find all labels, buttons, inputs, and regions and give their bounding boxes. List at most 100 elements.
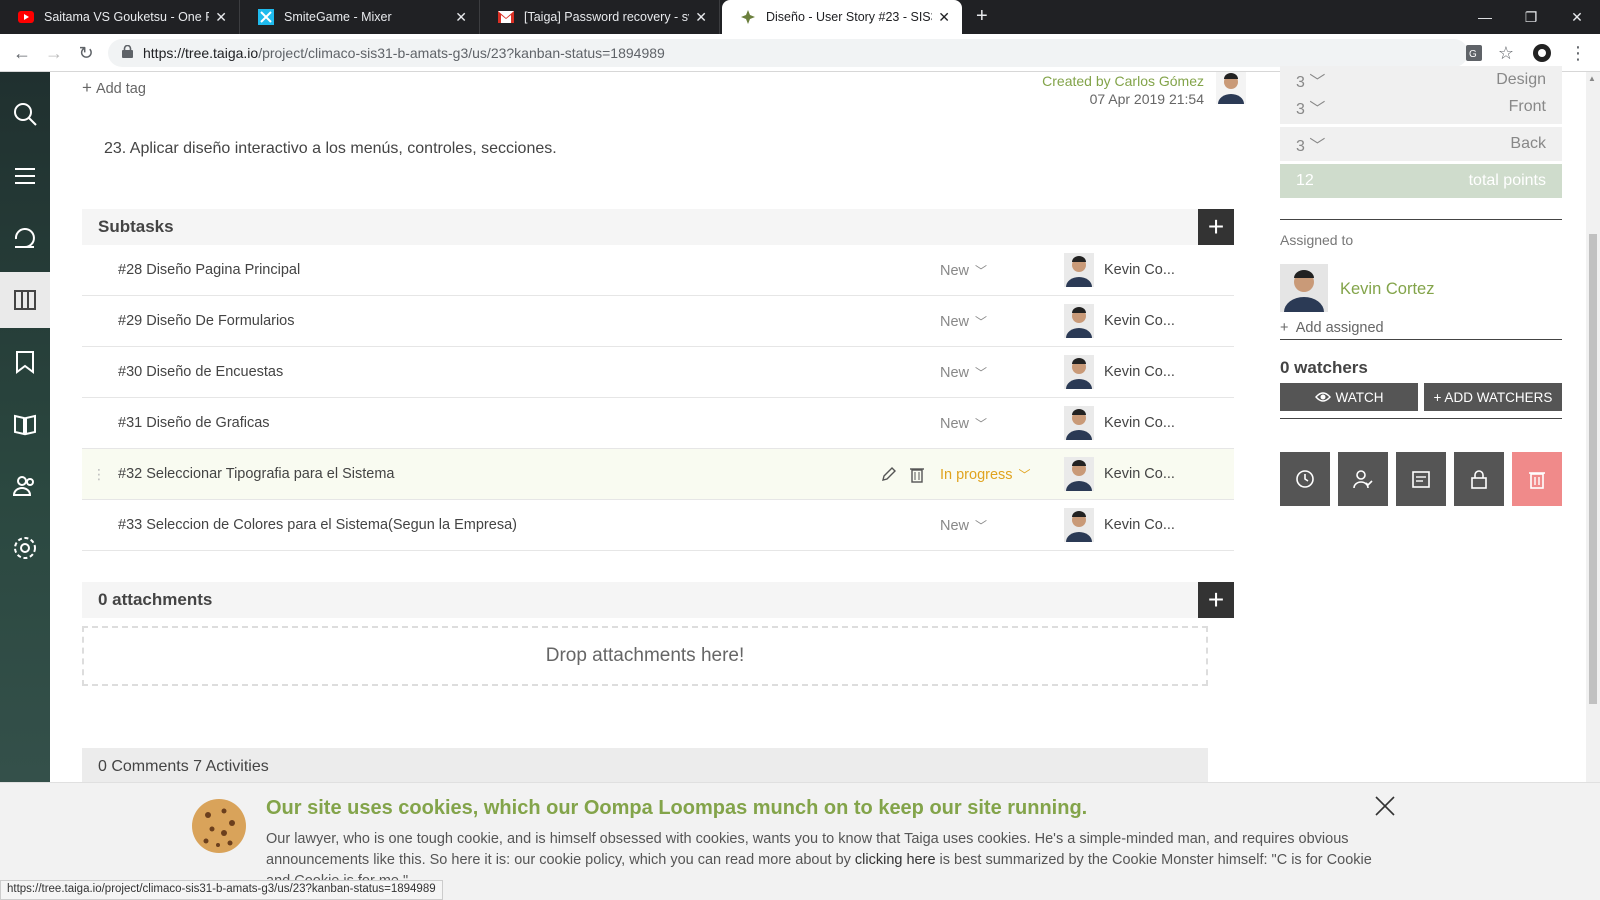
- assigned-user-name[interactable]: Kevin Cortez: [1340, 280, 1434, 299]
- points-value[interactable]: 3 ﹀: [1296, 95, 1325, 119]
- cookie-policy-link[interactable]: clicking here: [855, 852, 936, 868]
- divider: [1280, 339, 1562, 340]
- add-tag-button[interactable]: + Add tag: [82, 78, 146, 98]
- subtask-name[interactable]: #28 Diseño Pagina Principal: [118, 262, 300, 278]
- subtask-status[interactable]: New ﹀: [940, 262, 987, 279]
- subtask-assignee[interactable]: Kevin Co...: [1104, 364, 1175, 380]
- scroll-up-icon[interactable]: ▲: [1588, 74, 1596, 83]
- eye-icon: [1314, 392, 1331, 402]
- close-icon[interactable]: [1372, 793, 1398, 819]
- url-input[interactable]: https://tree.taiga.io/project/climaco-si…: [108, 39, 1468, 67]
- new-tab-button[interactable]: +: [976, 5, 988, 28]
- subtask-assignee[interactable]: Kevin Co...: [1104, 466, 1175, 482]
- page-scrollbar[interactable]: ▲: [1586, 72, 1600, 782]
- browser-tab[interactable]: SmiteGame - Mixer ✕: [240, 0, 480, 34]
- browser-tab-bar: Saitama VS Gouketsu - One Punch ✕ SmiteG…: [0, 0, 1600, 34]
- scrollbar-thumb[interactable]: [1589, 234, 1597, 704]
- subtask-row[interactable]: #28 Diseño Pagina Principal New ﹀ Kevin C…: [82, 245, 1234, 296]
- timeline-icon[interactable]: [0, 210, 50, 266]
- kanban-icon[interactable]: [0, 272, 50, 328]
- attachments-title: 0 attachments: [98, 590, 213, 609]
- points-value[interactable]: 3 ﹀: [1296, 68, 1325, 92]
- delete-story-button[interactable]: [1512, 452, 1562, 506]
- attachment-dropzone[interactable]: Drop attachments here!: [82, 626, 1208, 686]
- drag-handle-icon[interactable]: ⋮: [92, 466, 106, 483]
- team-icon[interactable]: [0, 458, 50, 514]
- add-attachment-button[interactable]: +: [1198, 582, 1234, 618]
- issues-bookmark-icon[interactable]: [0, 334, 50, 390]
- block-button[interactable]: [1454, 452, 1504, 506]
- created-date: 07 Apr 2019 21:54: [1089, 91, 1204, 107]
- maximize-icon[interactable]: ❐: [1508, 0, 1554, 34]
- menu-dots-icon[interactable]: ⋮: [1566, 41, 1590, 65]
- close-icon[interactable]: ✕: [695, 9, 707, 26]
- subtask-name[interactable]: #31 Diseño de Graficas: [118, 415, 270, 431]
- edit-pencil-icon[interactable]: [880, 465, 898, 483]
- search-icon[interactable]: [0, 86, 50, 142]
- reload-icon[interactable]: ↻: [74, 41, 98, 65]
- subtask-assignee[interactable]: Kevin Co...: [1104, 517, 1175, 533]
- status-bar-url: https://tree.taiga.io/project/climaco-si…: [0, 880, 443, 900]
- subtask-status[interactable]: In progress ﹀: [940, 466, 1031, 483]
- due-date-button[interactable]: [1280, 452, 1330, 506]
- attachments-header: 0 attachments +: [82, 582, 1234, 618]
- subtask-name[interactable]: #30 Diseño de Encuestas: [118, 364, 283, 380]
- settings-gear-icon[interactable]: [0, 520, 50, 576]
- add-watchers-button[interactable]: + ADD WATCHERS: [1424, 383, 1562, 411]
- subtask-row[interactable]: #30 Diseño de Encuestas New ﹀ Kevin Co...: [82, 347, 1234, 398]
- subtask-name[interactable]: #33 Seleccion de Colores para el Sistema…: [118, 517, 517, 533]
- subtask-assignee[interactable]: Kevin Co...: [1104, 415, 1175, 431]
- chevron-down-icon: ﹀: [1018, 467, 1031, 482]
- trash-icon[interactable]: [908, 465, 926, 483]
- team-requirement-button[interactable]: [1396, 452, 1446, 506]
- add-assigned-button[interactable]: + Add assigned: [1280, 320, 1384, 336]
- add-assigned-label: Add assigned: [1295, 320, 1384, 336]
- story-description[interactable]: 23. Aplicar diseño interactivo a los men…: [104, 140, 557, 158]
- cookie-title: Our site uses cookies, which our Oompa L…: [266, 797, 1088, 819]
- subtask-name[interactable]: #32 Seleccionar Tipografia para el Siste…: [118, 466, 394, 482]
- close-icon[interactable]: ✕: [938, 9, 950, 26]
- subtask-status[interactable]: New ﹀: [940, 313, 987, 330]
- assigned-to-label: Assigned to: [1280, 232, 1354, 248]
- browser-tab-active[interactable]: Diseño - User Story #23 - SIS31-B ✕: [722, 0, 962, 34]
- subtask-row[interactable]: #29 Diseño De Formularios New ﹀ Kevin Co.…: [82, 296, 1234, 347]
- subtask-row[interactable]: #31 Diseño de Graficas New ﹀ Kevin Co...: [82, 398, 1234, 449]
- points-row-back[interactable]: 3 ﹀ Back: [1280, 127, 1562, 161]
- browser-tab[interactable]: [Taiga] Password recovery - svmc ✕: [480, 0, 720, 34]
- backlog-icon[interactable]: [0, 148, 50, 204]
- profile-icon[interactable]: [1530, 41, 1554, 65]
- subtask-row[interactable]: ⋮ #32 Seleccionar Tipografia para el Sis…: [82, 449, 1234, 500]
- add-subtask-button[interactable]: +: [1198, 209, 1234, 245]
- trash-icon: [1529, 472, 1545, 489]
- youtube-icon: [18, 9, 34, 25]
- subtask-name[interactable]: #29 Diseño De Formularios: [118, 313, 295, 329]
- subtask-status[interactable]: New ﹀: [940, 364, 987, 381]
- subtask-status[interactable]: New ﹀: [940, 415, 987, 432]
- wiki-book-icon[interactable]: [0, 396, 50, 452]
- avatar: [1064, 253, 1094, 287]
- minimize-icon[interactable]: —: [1462, 0, 1508, 34]
- close-icon[interactable]: ✕: [215, 9, 227, 26]
- forward-icon[interactable]: →: [42, 41, 66, 65]
- comments-activities-tabs[interactable]: 0 Comments 7 Activities: [82, 748, 1208, 782]
- translate-icon[interactable]: G: [1462, 41, 1486, 65]
- chevron-down-icon: ﹀: [975, 518, 988, 533]
- tab-title: [Taiga] Password recovery - svmc: [524, 10, 689, 24]
- bookmark-star-icon[interactable]: ☆: [1494, 41, 1518, 65]
- avatar: [1216, 72, 1246, 104]
- chevron-down-icon: ﹀: [975, 263, 988, 278]
- subtask-status[interactable]: New ﹀: [940, 517, 987, 534]
- close-window-icon[interactable]: ✕: [1554, 0, 1600, 34]
- watch-button[interactable]: WATCH: [1280, 383, 1418, 411]
- browser-tab[interactable]: Saitama VS Gouketsu - One Punch ✕: [0, 0, 240, 34]
- add-tag-label: Add tag: [95, 81, 146, 97]
- back-icon[interactable]: ←: [10, 41, 34, 65]
- subtask-assignee[interactable]: Kevin Co...: [1104, 313, 1175, 329]
- subtask-assignee[interactable]: Kevin Co...: [1104, 262, 1175, 278]
- subtask-row[interactable]: #33 Seleccion de Colores para el Sistema…: [82, 500, 1234, 551]
- assign-to-me-button[interactable]: [1338, 452, 1388, 506]
- points-row-front[interactable]: 3 ﹀ Front: [1280, 90, 1562, 124]
- points-value[interactable]: 3 ﹀: [1296, 132, 1325, 156]
- user-story-detail: + Add tag Created by Carlos Gómez 07 Apr …: [50, 72, 1264, 782]
- close-icon[interactable]: ✕: [455, 9, 467, 26]
